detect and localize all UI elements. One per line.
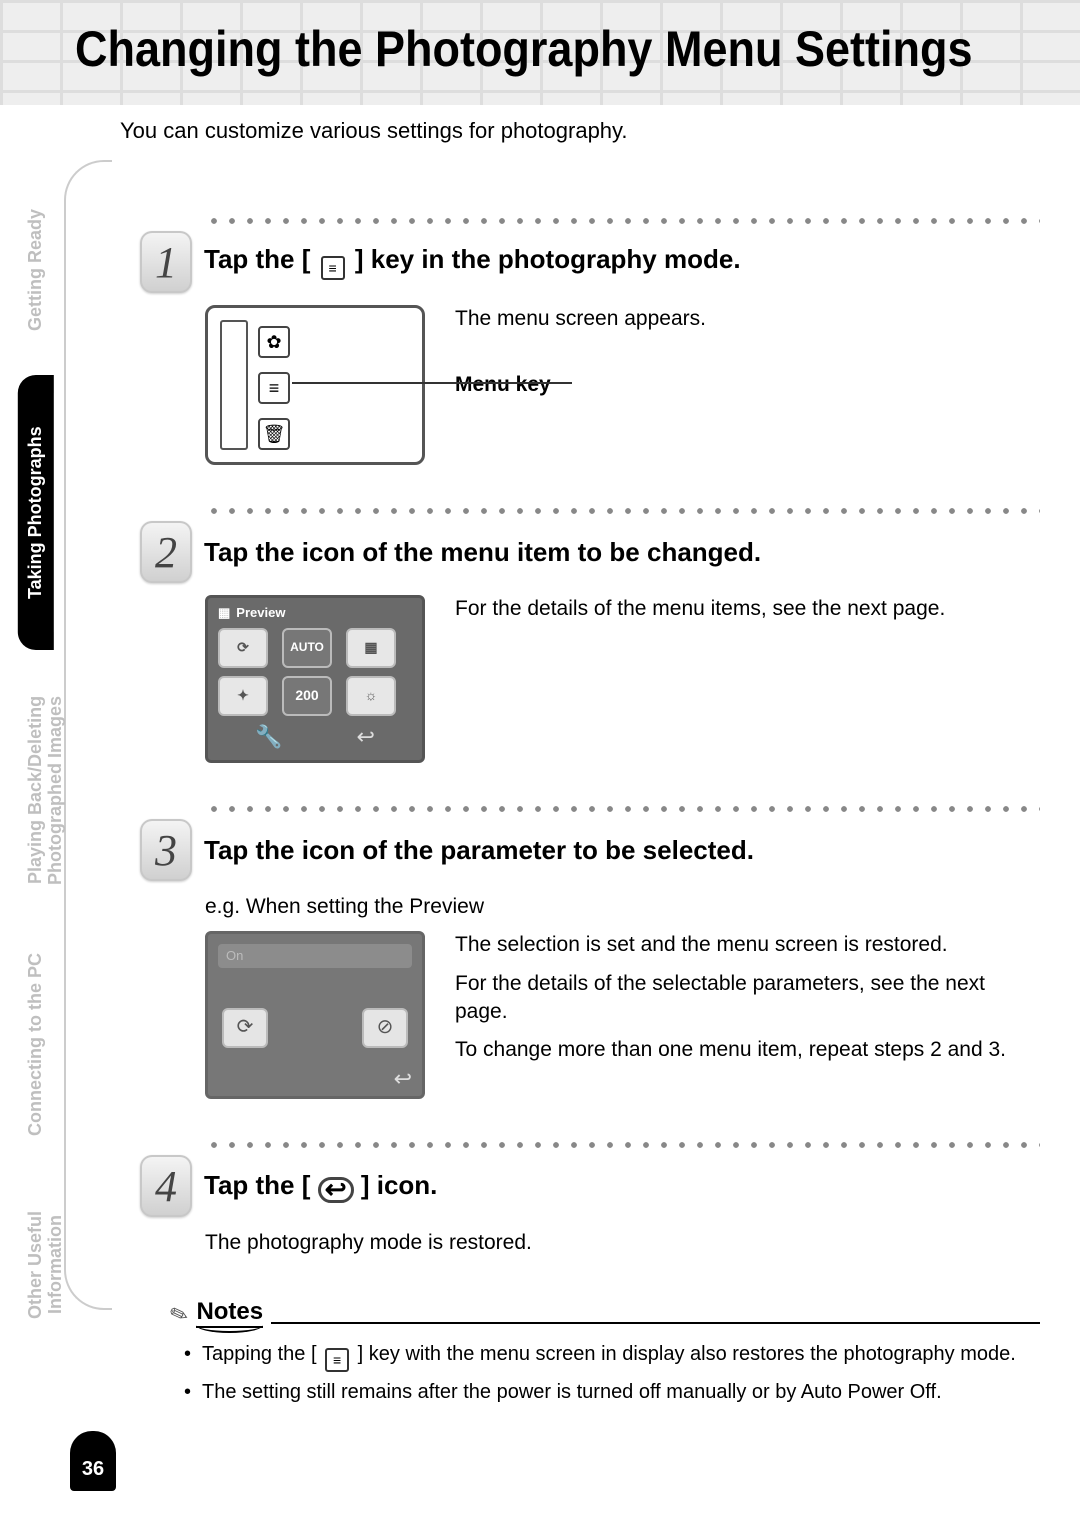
notes-section: ✎ Notes Tapping the [ ≡ ] key with the m… <box>170 1298 1040 1407</box>
step-2: 2 Tap the icon of the menu item to be ch… <box>140 505 1040 763</box>
page-title: Changing the Photography Menu Settings <box>75 20 972 78</box>
tab-playing-back[interactable]: Playing Back/Deleting Photographed Image… <box>18 655 74 925</box>
sidebar: Getting Ready Taking Photographs Playing… <box>28 160 113 1310</box>
note-1-after: ] key with the menu screen in display al… <box>352 1343 1016 1365</box>
dots-divider <box>205 505 1040 517</box>
step-3-desc3: To change more than one menu item, repea… <box>455 1036 1040 1064</box>
param-label: On <box>218 944 412 968</box>
notes-heading: Notes <box>196 1298 263 1328</box>
page-number-badge: 36 <box>70 1431 116 1491</box>
brightness-icon: ☼ <box>346 676 396 716</box>
auto-icon: AUTO <box>282 628 332 668</box>
note-1-before: Tapping the [ <box>202 1343 322 1365</box>
main-content: 1 Tap the [ ≡ ] key in the photography m… <box>140 195 1040 1412</box>
step-3-desc2: For the details of the selectable parame… <box>455 970 1040 1027</box>
return-icon: ↩ <box>357 722 375 752</box>
step-number-2: 2 <box>140 521 192 583</box>
menu-key-icon: ≡ <box>258 372 290 404</box>
step-1-desc: The menu screen appears. <box>455 305 1040 333</box>
note-item-2: The setting still remains after the powe… <box>184 1378 1040 1406</box>
note-item-1: Tapping the [ ≡ ] key with the menu scre… <box>184 1340 1040 1373</box>
quality-icon: ✦ <box>218 676 268 716</box>
tab-getting-ready[interactable]: Getting Ready <box>18 170 54 370</box>
page-title-wrap: Changing the Photography Menu Settings <box>60 20 1050 78</box>
camera-back-illustration: ✿ ≡ 🗑 <box>205 305 425 465</box>
menu-key-label: Menu key <box>455 371 1040 399</box>
step-4-title-before: Tap the [ <box>204 1170 318 1200</box>
return-icon: ↩ <box>394 1066 412 1091</box>
trash-icon: 🗑 <box>258 418 290 450</box>
menu-icon: ≡ <box>325 1348 349 1372</box>
callout-line <box>292 382 572 384</box>
flower-icon: ✿ <box>258 326 290 358</box>
step-3: 3 Tap the icon of the parameter to be se… <box>140 803 1040 1099</box>
tab-other-info[interactable]: Other Useful Information <box>18 1165 74 1365</box>
back-icon: ↩ <box>318 1177 354 1203</box>
step-3-desc1: The selection is set and the menu screen… <box>455 931 1040 959</box>
preview-icon: ⟳ <box>218 628 268 668</box>
step-4-title-after: ] icon. <box>354 1170 438 1200</box>
dots-divider <box>205 803 1040 815</box>
menu-screen-illustration: ▦ Preview ⟳ AUTO ▦ ✦ 200 ☼ 🔧 ↩ <box>205 595 425 763</box>
step-4-title: Tap the [ ↩ ] icon. <box>204 1170 437 1203</box>
tab-taking-photographs[interactable]: Taking Photographs <box>18 375 54 650</box>
tab-connecting-pc[interactable]: Connecting to the PC <box>18 930 54 1160</box>
step-4: 4 Tap the [ ↩ ] icon. The photography mo… <box>140 1139 1040 1257</box>
step-2-title: Tap the icon of the menu item to be chan… <box>204 537 761 568</box>
step-1-title: Tap the [ ≡ ] key in the photography mod… <box>204 244 741 280</box>
step-1: 1 Tap the [ ≡ ] key in the photography m… <box>140 215 1040 465</box>
menu-icon: ≡ <box>321 256 345 280</box>
notes-rule <box>271 1322 1040 1324</box>
step-number-1: 1 <box>140 231 192 293</box>
iso-icon: 200 <box>282 676 332 716</box>
step-number-3: 3 <box>140 819 192 881</box>
dots-divider <box>205 1139 1040 1151</box>
step-number-4: 4 <box>140 1155 192 1217</box>
color-icon: ▦ <box>346 628 396 668</box>
wrench-icon: 🔧 <box>255 722 282 752</box>
parameter-screen-illustration: On ⟳ ⊘ ↩ <box>205 931 425 1099</box>
step-3-title: Tap the icon of the parameter to be sele… <box>204 835 754 866</box>
step-1-title-before: Tap the [ <box>204 244 318 274</box>
pen-icon: ✎ <box>166 1299 192 1330</box>
dots-divider <box>205 215 1040 227</box>
preview-on-icon: ⟳ <box>222 1008 268 1048</box>
intro-text: You can customize various settings for p… <box>120 118 1040 144</box>
step-3-sub: e.g. When setting the Preview <box>205 893 1040 921</box>
preview-off-icon: ⊘ <box>362 1008 408 1048</box>
doc-small-icon: ▦ <box>218 604 230 622</box>
step-1-title-after: ] key in the photography mode. <box>348 244 741 274</box>
menu-header-label: Preview <box>236 604 285 622</box>
step-2-desc: For the details of the menu items, see t… <box>455 595 1040 623</box>
step-4-desc: The photography mode is restored. <box>205 1229 1040 1257</box>
